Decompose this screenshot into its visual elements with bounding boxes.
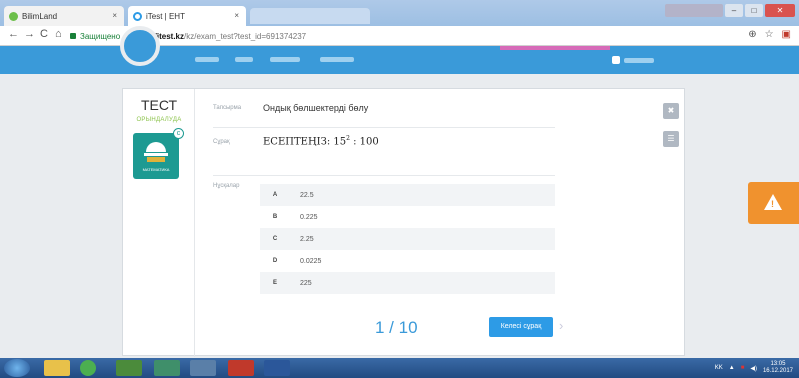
- word-icon[interactable]: [264, 360, 290, 376]
- question-label: Сұрақ: [213, 139, 230, 145]
- clock-time: 13:05: [770, 361, 786, 367]
- clock-date: 16.12.2017: [762, 368, 793, 374]
- close-window-icon[interactable]: ✕: [765, 4, 795, 17]
- divider: [213, 127, 555, 128]
- nav-highlight: [500, 46, 610, 50]
- forward-icon[interactable]: →: [24, 28, 35, 40]
- task-text: Ондық бөлшектерді бөлу: [263, 103, 369, 113]
- close-tab-icon[interactable]: ×: [112, 11, 117, 20]
- answer-letter: B: [272, 214, 278, 220]
- zoom-icon[interactable]: ⊕: [748, 29, 756, 40]
- answer-letter: D: [272, 258, 278, 264]
- question-text: ЕСЕПТЕҢІЗ: 152 : 100: [263, 135, 379, 147]
- question-suffix: : 100: [349, 136, 379, 148]
- site-logo[interactable]: [120, 26, 160, 66]
- answer-value: 0.225: [300, 213, 318, 221]
- answer-value: 225: [300, 279, 312, 287]
- reload-icon[interactable]: C: [40, 28, 48, 40]
- secure-label: Защищено: [80, 31, 121, 41]
- maximize-icon[interactable]: □: [745, 4, 763, 17]
- explorer-icon[interactable]: [44, 360, 70, 376]
- tab-label: iTest | ЕНТ: [146, 11, 185, 21]
- subject-icon: [146, 142, 166, 152]
- browser-tab-bar: BilimLand × iTest | ЕНТ × – □ ✕: [0, 0, 799, 26]
- answer-option-b[interactable]: B 0.225: [260, 206, 555, 228]
- account-name: [624, 57, 654, 63]
- toolbar-icons: ⊕ ☆ ▣: [748, 29, 791, 40]
- start-button[interactable]: [4, 359, 30, 377]
- answer-option-c[interactable]: C 2.25: [260, 228, 555, 250]
- minimize-icon[interactable]: –: [725, 4, 743, 17]
- next-question-button[interactable]: Келесі сұрақ: [489, 317, 553, 337]
- extension-icon[interactable]: ▣: [782, 29, 791, 40]
- system-tray: KK ▲ ■ ◀) 13:05 16.12.2017: [715, 361, 793, 375]
- test-title: ТЕСТ: [140, 97, 178, 113]
- question-list-icon[interactable]: ☰: [663, 131, 679, 147]
- answer-option-d[interactable]: D 0.0225: [260, 250, 555, 272]
- pdf-icon[interactable]: [228, 360, 254, 376]
- answers-label: Нұсқалар: [213, 183, 240, 189]
- question-counter: 1 / 10: [375, 318, 418, 337]
- itest-favicon-icon: [133, 12, 142, 21]
- back-icon[interactable]: ←: [8, 28, 19, 40]
- close-tab-icon[interactable]: ×: [234, 11, 239, 20]
- nav-item[interactable]: [320, 57, 354, 62]
- profile-button[interactable]: [665, 4, 723, 17]
- home-icon[interactable]: ⌂: [55, 28, 62, 40]
- answer-letter: A: [272, 192, 278, 198]
- url-field[interactable]: Защищено | https://itest.kz/kz/exam_test…: [70, 28, 306, 44]
- warning-button[interactable]: !: [748, 182, 799, 224]
- chrome-icon[interactable]: [80, 360, 96, 376]
- nav-item[interactable]: [195, 57, 219, 62]
- account-menu[interactable]: [612, 54, 672, 66]
- bilimland-favicon-icon: [9, 12, 18, 21]
- answer-letter: E: [272, 280, 277, 286]
- answer-value: 0.0225: [300, 257, 322, 265]
- subject-badge: c: [173, 128, 184, 139]
- subject-card[interactable]: c МАТЕМАТИКА: [133, 128, 184, 179]
- test-status: ОРЫНДАЛУДА: [136, 117, 182, 123]
- subject-icon-bar: [144, 153, 168, 156]
- volume-icon[interactable]: ◀): [750, 365, 757, 372]
- flag-icon[interactable]: ■: [741, 365, 745, 371]
- window-controls: – □ ✕: [665, 4, 795, 17]
- taskbar: KK ▲ ■ ◀) 13:05 16.12.2017: [0, 358, 799, 378]
- task-label: Тапсырма: [213, 105, 242, 111]
- answer-option-a[interactable]: A 22.5: [260, 184, 555, 206]
- lock-icon: [70, 33, 76, 39]
- nav-item[interactable]: [235, 57, 253, 62]
- question-prefix: ЕСЕПТЕҢІЗ: 15: [263, 136, 347, 148]
- side-actions: ✖ ☰: [663, 103, 679, 159]
- tray-arrow-icon[interactable]: ▲: [729, 365, 735, 371]
- warning-exclamation: !: [771, 199, 774, 209]
- test-info-panel: ТЕСТ ОРЫНДАЛУДА c МАТЕМАТИКА: [123, 89, 195, 357]
- answer-list: A 22.5 B 0.225 C 2.25 D 0.0225 E 225: [260, 184, 555, 294]
- chrome-window-icon[interactable]: [190, 360, 216, 376]
- language-indicator[interactable]: KK: [715, 365, 723, 371]
- tab-itest[interactable]: iTest | ЕНТ ×: [128, 6, 246, 26]
- subject-label: МАТЕМАТИКА: [142, 167, 170, 172]
- bookmark-star-icon[interactable]: ☆: [765, 29, 774, 40]
- url-path: /kz/exam_test?test_id=691374237: [184, 31, 307, 41]
- answer-value: 22.5: [300, 191, 314, 199]
- close-test-icon[interactable]: ✖: [663, 103, 679, 119]
- chevron-right-icon[interactable]: ›: [559, 318, 563, 333]
- clock[interactable]: 13:05 16.12.2017: [763, 361, 793, 375]
- user-icon: [612, 56, 620, 64]
- excel-icon[interactable]: [154, 360, 180, 376]
- answer-option-e[interactable]: E 225: [260, 272, 555, 294]
- nav-item[interactable]: [270, 57, 300, 62]
- answer-letter: C: [272, 236, 278, 242]
- new-tab-button[interactable]: [250, 8, 370, 24]
- subject-icon-base: [147, 157, 165, 162]
- answer-value: 2.25: [300, 235, 314, 243]
- app-icon[interactable]: [116, 360, 142, 376]
- test-card: ТЕСТ ОРЫНДАЛУДА c МАТЕМАТИКА Тапсырма Он…: [122, 88, 685, 357]
- tab-label: BilimLand: [22, 11, 58, 21]
- tab-bilimland[interactable]: BilimLand ×: [4, 6, 124, 26]
- divider: [213, 175, 555, 176]
